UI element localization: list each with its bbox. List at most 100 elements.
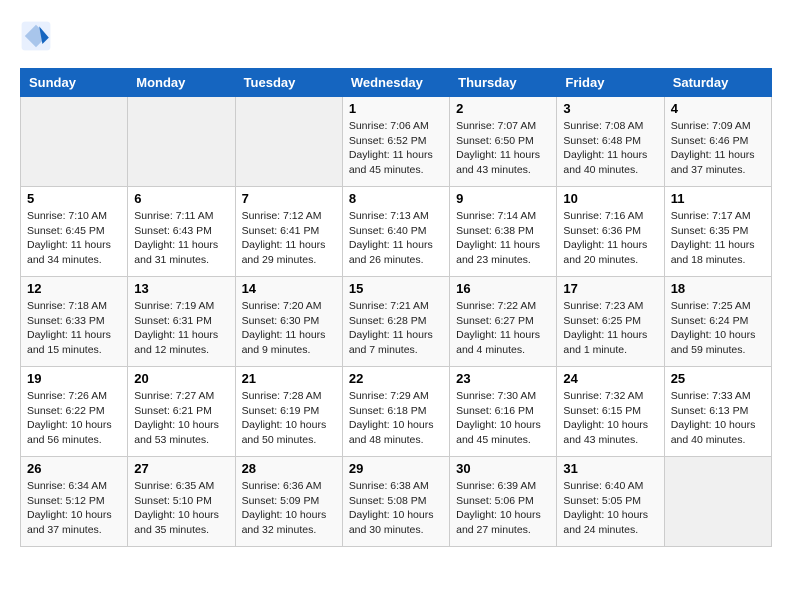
day-number: 10 bbox=[563, 191, 657, 206]
calendar-cell: 2 Sunrise: 7:07 AMSunset: 6:50 PMDaylight… bbox=[450, 97, 557, 187]
day-info: Sunrise: 7:32 AMSunset: 6:15 PMDaylight:… bbox=[563, 389, 657, 448]
day-number: 20 bbox=[134, 371, 228, 386]
day-info: Sunrise: 7:08 AMSunset: 6:48 PMDaylight:… bbox=[563, 119, 657, 178]
day-number: 9 bbox=[456, 191, 550, 206]
day-info: Sunrise: 7:21 AMSunset: 6:28 PMDaylight:… bbox=[349, 299, 443, 358]
day-number: 6 bbox=[134, 191, 228, 206]
calendar-cell bbox=[664, 457, 771, 547]
calendar-cell: 5 Sunrise: 7:10 AMSunset: 6:45 PMDaylight… bbox=[21, 187, 128, 277]
day-number: 18 bbox=[671, 281, 765, 296]
day-number: 1 bbox=[349, 101, 443, 116]
day-info: Sunrise: 7:29 AMSunset: 6:18 PMDaylight:… bbox=[349, 389, 443, 448]
weekday-header-friday: Friday bbox=[557, 69, 664, 97]
calendar-cell bbox=[128, 97, 235, 187]
calendar-cell: 3 Sunrise: 7:08 AMSunset: 6:48 PMDaylight… bbox=[557, 97, 664, 187]
day-info: Sunrise: 7:07 AMSunset: 6:50 PMDaylight:… bbox=[456, 119, 550, 178]
day-info: Sunrise: 6:35 AMSunset: 5:10 PMDaylight:… bbox=[134, 479, 228, 538]
calendar-cell: 12 Sunrise: 7:18 AMSunset: 6:33 PMDayligh… bbox=[21, 277, 128, 367]
weekday-header-monday: Monday bbox=[128, 69, 235, 97]
calendar-cell: 28 Sunrise: 6:36 AMSunset: 5:09 PMDayligh… bbox=[235, 457, 342, 547]
day-number: 19 bbox=[27, 371, 121, 386]
day-info: Sunrise: 7:25 AMSunset: 6:24 PMDaylight:… bbox=[671, 299, 765, 358]
calendar-cell: 30 Sunrise: 6:39 AMSunset: 5:06 PMDayligh… bbox=[450, 457, 557, 547]
day-number: 3 bbox=[563, 101, 657, 116]
calendar-cell: 27 Sunrise: 6:35 AMSunset: 5:10 PMDayligh… bbox=[128, 457, 235, 547]
day-info: Sunrise: 7:30 AMSunset: 6:16 PMDaylight:… bbox=[456, 389, 550, 448]
day-info: Sunrise: 6:40 AMSunset: 5:05 PMDaylight:… bbox=[563, 479, 657, 538]
day-info: Sunrise: 6:36 AMSunset: 5:09 PMDaylight:… bbox=[242, 479, 336, 538]
calendar-cell: 9 Sunrise: 7:14 AMSunset: 6:38 PMDaylight… bbox=[450, 187, 557, 277]
calendar-cell: 13 Sunrise: 7:19 AMSunset: 6:31 PMDayligh… bbox=[128, 277, 235, 367]
calendar-cell bbox=[235, 97, 342, 187]
weekday-header-saturday: Saturday bbox=[664, 69, 771, 97]
day-number: 24 bbox=[563, 371, 657, 386]
calendar-cell: 16Sunrise: 7:22 AMSunset: 6:27 PMDayligh… bbox=[450, 277, 557, 367]
day-number: 7 bbox=[242, 191, 336, 206]
day-info: Sunrise: 7:18 AMSunset: 6:33 PMDaylight:… bbox=[27, 299, 121, 358]
day-number: 11 bbox=[671, 191, 765, 206]
day-info: Sunrise: 7:11 AMSunset: 6:43 PMDaylight:… bbox=[134, 209, 228, 268]
calendar-cell: 7 Sunrise: 7:12 AMSunset: 6:41 PMDaylight… bbox=[235, 187, 342, 277]
day-info: Sunrise: 7:13 AMSunset: 6:40 PMDaylight:… bbox=[349, 209, 443, 268]
day-number: 14 bbox=[242, 281, 336, 296]
day-info: Sunrise: 7:19 AMSunset: 6:31 PMDaylight:… bbox=[134, 299, 228, 358]
logo-icon bbox=[20, 20, 52, 52]
day-number: 21 bbox=[242, 371, 336, 386]
calendar-cell: 26 Sunrise: 6:34 AMSunset: 5:12 PMDayligh… bbox=[21, 457, 128, 547]
calendar-cell: 11Sunrise: 7:17 AMSunset: 6:35 PMDayligh… bbox=[664, 187, 771, 277]
calendar-cell: 20 Sunrise: 7:27 AMSunset: 6:21 PMDayligh… bbox=[128, 367, 235, 457]
calendar-table: SundayMondayTuesdayWednesdayThursdayFrid… bbox=[20, 68, 772, 547]
day-info: Sunrise: 6:34 AMSunset: 5:12 PMDaylight:… bbox=[27, 479, 121, 538]
day-number: 29 bbox=[349, 461, 443, 476]
weekday-header-sunday: Sunday bbox=[21, 69, 128, 97]
calendar-cell: 22 Sunrise: 7:29 AMSunset: 6:18 PMDayligh… bbox=[342, 367, 449, 457]
logo bbox=[20, 20, 56, 52]
day-info: Sunrise: 7:16 AMSunset: 6:36 PMDaylight:… bbox=[563, 209, 657, 268]
day-number: 28 bbox=[242, 461, 336, 476]
calendar-cell: 19 Sunrise: 7:26 AMSunset: 6:22 PMDayligh… bbox=[21, 367, 128, 457]
day-number: 27 bbox=[134, 461, 228, 476]
day-info: Sunrise: 7:09 AMSunset: 6:46 PMDaylight:… bbox=[671, 119, 765, 178]
day-number: 25 bbox=[671, 371, 765, 386]
calendar-cell: 18 Sunrise: 7:25 AMSunset: 6:24 PMDayligh… bbox=[664, 277, 771, 367]
page-header bbox=[20, 20, 772, 52]
calendar-cell: 23 Sunrise: 7:30 AMSunset: 6:16 PMDayligh… bbox=[450, 367, 557, 457]
weekday-header-thursday: Thursday bbox=[450, 69, 557, 97]
day-number: 30 bbox=[456, 461, 550, 476]
day-info: Sunrise: 7:14 AMSunset: 6:38 PMDaylight:… bbox=[456, 209, 550, 268]
day-info: Sunrise: 6:38 AMSunset: 5:08 PMDaylight:… bbox=[349, 479, 443, 538]
day-info: Sunrise: 7:12 AMSunset: 6:41 PMDaylight:… bbox=[242, 209, 336, 268]
calendar-cell: 24 Sunrise: 7:32 AMSunset: 6:15 PMDayligh… bbox=[557, 367, 664, 457]
calendar-cell: 17 Sunrise: 7:23 AMSunset: 6:25 PMDayligh… bbox=[557, 277, 664, 367]
day-number: 31 bbox=[563, 461, 657, 476]
day-number: 12 bbox=[27, 281, 121, 296]
day-number: 5 bbox=[27, 191, 121, 206]
day-number: 4 bbox=[671, 101, 765, 116]
calendar-cell: 25 Sunrise: 7:33 AMSunset: 6:13 PMDayligh… bbox=[664, 367, 771, 457]
calendar-cell: 10 Sunrise: 7:16 AMSunset: 6:36 PMDayligh… bbox=[557, 187, 664, 277]
day-info: Sunrise: 7:33 AMSunset: 6:13 PMDaylight:… bbox=[671, 389, 765, 448]
day-number: 8 bbox=[349, 191, 443, 206]
day-number: 15 bbox=[349, 281, 443, 296]
day-number: 2 bbox=[456, 101, 550, 116]
calendar-cell: 31 Sunrise: 6:40 AMSunset: 5:05 PMDayligh… bbox=[557, 457, 664, 547]
calendar-cell: 8 Sunrise: 7:13 AMSunset: 6:40 PMDaylight… bbox=[342, 187, 449, 277]
day-number: 22 bbox=[349, 371, 443, 386]
day-info: Sunrise: 7:26 AMSunset: 6:22 PMDaylight:… bbox=[27, 389, 121, 448]
day-info: Sunrise: 6:39 AMSunset: 5:06 PMDaylight:… bbox=[456, 479, 550, 538]
calendar-cell bbox=[21, 97, 128, 187]
weekday-header-tuesday: Tuesday bbox=[235, 69, 342, 97]
day-info: Sunrise: 7:20 AMSunset: 6:30 PMDaylight:… bbox=[242, 299, 336, 358]
day-number: 16 bbox=[456, 281, 550, 296]
day-info: Sunrise: 7:06 AMSunset: 6:52 PMDaylight:… bbox=[349, 119, 443, 178]
day-number: 17 bbox=[563, 281, 657, 296]
day-number: 23 bbox=[456, 371, 550, 386]
day-number: 26 bbox=[27, 461, 121, 476]
calendar-cell: 21 Sunrise: 7:28 AMSunset: 6:19 PMDayligh… bbox=[235, 367, 342, 457]
calendar-cell: 15 Sunrise: 7:21 AMSunset: 6:28 PMDayligh… bbox=[342, 277, 449, 367]
day-info: Sunrise: 7:23 AMSunset: 6:25 PMDaylight:… bbox=[563, 299, 657, 358]
day-info: Sunrise: 7:28 AMSunset: 6:19 PMDaylight:… bbox=[242, 389, 336, 448]
day-info: Sunrise: 7:27 AMSunset: 6:21 PMDaylight:… bbox=[134, 389, 228, 448]
day-number: 13 bbox=[134, 281, 228, 296]
day-info: Sunrise: 7:10 AMSunset: 6:45 PMDaylight:… bbox=[27, 209, 121, 268]
